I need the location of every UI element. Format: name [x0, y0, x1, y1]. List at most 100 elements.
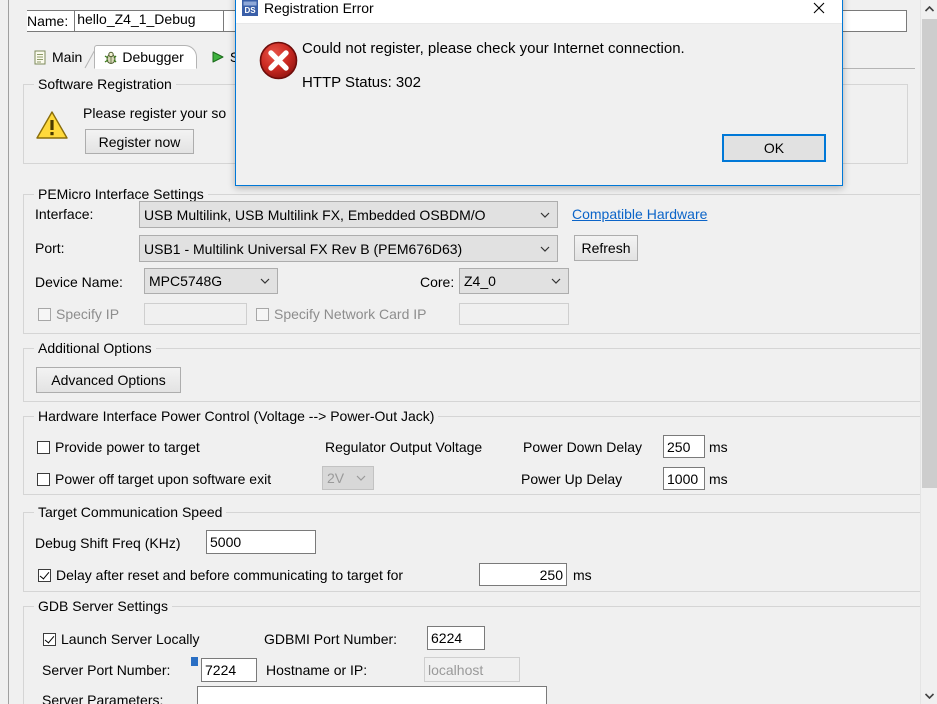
specify-ip-label: Specify IP: [56, 306, 120, 322]
specify-network-card-ip-input[interactable]: [459, 303, 569, 325]
power-up-delay-input[interactable]: 1000: [663, 467, 705, 490]
specify-ip-checkbox[interactable]: [38, 307, 51, 321]
chevron-down-icon: [356, 475, 366, 481]
regulator-output-voltage-label: Regulator Output Voltage: [325, 439, 483, 455]
core-label: Core:: [420, 274, 455, 290]
power-control-title: Hardware Interface Power Control (Voltag…: [34, 408, 439, 424]
device-name-combo[interactable]: MPC5748G: [144, 268, 278, 294]
chevron-down-icon: [540, 212, 550, 218]
dialog-ok-button[interactable]: OK: [722, 134, 826, 162]
specify-network-card-ip-checkbox-row[interactable]: Specify Network Card IP: [256, 306, 427, 322]
document-icon: [33, 50, 48, 65]
green-arrow-icon: [211, 50, 226, 65]
device-name-value: MPC5748G: [149, 273, 223, 289]
tab-debugger[interactable]: Debugger: [94, 45, 197, 69]
power-off-label: Power off target upon software exit: [55, 471, 272, 487]
name-label: Name:: [27, 13, 69, 29]
name-input[interactable]: hello_Z4_1_Debug: [74, 10, 225, 32]
server-port-input[interactable]: 7224: [201, 658, 257, 682]
hostname-input[interactable]: localhost: [424, 657, 520, 682]
delay-after-reset-checkbox[interactable]: [38, 568, 51, 582]
launch-server-locally-checkbox-row[interactable]: Launch Server Locally: [43, 631, 200, 647]
warning-triangle-icon: [35, 110, 69, 141]
regulator-voltage-value: 2V: [327, 470, 345, 486]
refresh-button[interactable]: Refresh: [574, 235, 638, 261]
scrollbar-up-button[interactable]: [921, 0, 937, 17]
dialog-close-button[interactable]: [796, 0, 842, 23]
provide-power-checkbox-row[interactable]: Provide power to target: [37, 439, 200, 455]
port-combo[interactable]: USB1 - Multilink Universal FX Rev B (PEM…: [139, 235, 558, 262]
interface-combo-value: USB Multilink, USB Multilink FX, Embedde…: [144, 206, 486, 223]
registration-error-dialog: DS Registration Error Could not register…: [235, 0, 843, 186]
chevron-up-icon: [925, 5, 934, 12]
core-combo[interactable]: Z4_0: [459, 268, 569, 294]
specify-ip-checkbox-row[interactable]: Specify IP: [38, 306, 119, 322]
tab-main[interactable]: Main: [25, 45, 98, 69]
power-off-checkbox[interactable]: [37, 472, 50, 486]
specify-network-card-ip-checkbox[interactable]: [256, 307, 269, 321]
specify-network-card-ip-label: Specify Network Card IP: [274, 306, 427, 322]
name-input-value: hello_Z4_1_Debug: [77, 11, 196, 27]
scrollbar-thumb[interactable]: [922, 19, 937, 488]
dialog-ok-label: OK: [763, 140, 785, 156]
register-now-button[interactable]: Register now: [85, 129, 194, 154]
software-registration-title: Software Registration: [34, 76, 176, 92]
power-down-delay-label: Power Down Delay: [523, 439, 643, 455]
dialog-status: HTTP Status: 302: [302, 74, 421, 91]
bug-icon: [103, 50, 118, 65]
server-parameters-label: Server Parameters:: [42, 692, 164, 704]
gdb-server-title: GDB Server Settings: [34, 598, 172, 614]
server-parameters-input[interactable]: [197, 686, 547, 704]
refresh-label: Refresh: [581, 240, 631, 256]
provide-power-checkbox[interactable]: [37, 440, 50, 454]
specify-ip-input[interactable]: [144, 303, 247, 325]
chevron-down-icon: [925, 692, 934, 699]
chevron-down-icon: [260, 278, 270, 284]
debug-shift-freq-value: 5000: [210, 534, 242, 550]
launch-server-locally-label: Launch Server Locally: [61, 631, 200, 647]
info-icon: [191, 657, 198, 666]
power-up-delay-value: 1000: [667, 470, 699, 487]
hostname-placeholder: localhost: [428, 661, 484, 678]
tab-debugger-label: Debugger: [122, 49, 184, 65]
comm-speed-title: Target Communication Speed: [34, 504, 227, 520]
hostname-label: Hostname or IP:: [266, 662, 368, 678]
svg-text:DS: DS: [244, 6, 256, 15]
vertical-scrollbar[interactable]: [920, 0, 937, 704]
scrollbar-down-button[interactable]: [921, 687, 937, 704]
power-off-checkbox-row[interactable]: Power off target upon software exit: [37, 471, 271, 487]
dialog-message: Could not register, please check your In…: [302, 40, 685, 57]
debug-shift-freq-input[interactable]: 5000: [206, 530, 316, 554]
pemicro-group-title: PEMicro Interface Settings: [34, 186, 208, 202]
dialog-title-bar[interactable]: DS Registration Error: [236, 0, 842, 23]
ds-app-icon: DS: [242, 0, 258, 16]
power-up-delay-unit: ms: [709, 471, 728, 487]
gdbmi-port-input[interactable]: 6224: [427, 626, 485, 650]
delay-after-reset-checkbox-row[interactable]: Delay after reset and before communicati…: [38, 567, 403, 583]
advanced-options-button[interactable]: Advanced Options: [36, 367, 181, 393]
interface-combo[interactable]: USB Multilink, USB Multilink FX, Embedde…: [139, 201, 558, 228]
gdbmi-port-label: GDBMI Port Number:: [264, 631, 398, 647]
power-down-delay-input[interactable]: 250: [663, 435, 705, 458]
port-label: Port:: [35, 240, 65, 256]
regulator-voltage-combo[interactable]: 2V: [322, 466, 374, 490]
delay-after-reset-value: 250: [539, 566, 563, 583]
power-down-delay-value: 250: [667, 438, 691, 455]
register-now-label: Register now: [98, 133, 181, 150]
name-row: Name: hello_Z4_1_Debug: [27, 10, 225, 32]
close-icon: [813, 2, 825, 14]
error-circle-icon: [259, 41, 298, 80]
port-combo-value: USB1 - Multilink Universal FX Rev B (PEM…: [144, 240, 463, 257]
chevron-down-icon: [551, 278, 561, 284]
server-port-value: 7224: [205, 662, 237, 678]
compatible-hardware-link[interactable]: Compatible Hardware: [572, 206, 707, 222]
delay-after-reset-label: Delay after reset and before communicati…: [56, 567, 404, 583]
delay-after-reset-input[interactable]: 250: [479, 563, 567, 586]
provide-power-label: Provide power to target: [55, 439, 200, 455]
chevron-down-icon: [540, 246, 550, 252]
delay-after-reset-unit: ms: [573, 567, 592, 583]
launch-server-locally-checkbox[interactable]: [43, 632, 56, 646]
interface-label: Interface:: [35, 206, 94, 222]
screen-root: Name: hello_Z4_1_Debug Main Debugger Sof…: [0, 0, 937, 704]
tab-bar: Main Debugger: [25, 44, 263, 69]
